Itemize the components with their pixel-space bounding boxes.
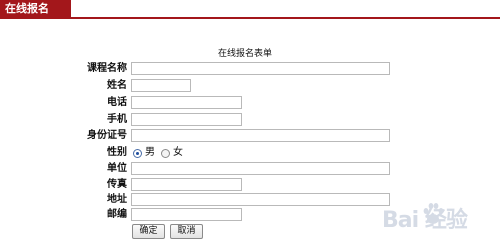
phone-input[interactable] xyxy=(131,96,242,109)
submit-button[interactable]: 确定 xyxy=(132,224,165,239)
address-label: 地址 xyxy=(107,194,127,205)
header-tab: 在线报名 xyxy=(0,0,71,17)
gender-female-radio[interactable] xyxy=(161,148,170,158)
course-label: 课程名称 xyxy=(87,63,127,74)
mobile-label: 手机 xyxy=(107,114,127,125)
fax-input[interactable] xyxy=(131,178,242,191)
gender-female-label[interactable]: 女 xyxy=(173,146,183,160)
gender-label: 性别 xyxy=(107,147,127,158)
header-divider xyxy=(0,17,500,19)
id-number-label: 身份证号 xyxy=(87,130,127,141)
company-input[interactable] xyxy=(131,162,390,175)
name-input[interactable] xyxy=(131,79,191,92)
mobile-input[interactable] xyxy=(131,113,242,126)
name-label: 姓名 xyxy=(107,80,127,91)
gender-male-label[interactable]: 男 xyxy=(145,146,155,160)
cancel-button[interactable]: 取消 xyxy=(170,224,203,239)
gender-male-radio[interactable] xyxy=(133,148,142,158)
phone-label: 电话 xyxy=(107,97,127,108)
fax-label: 传真 xyxy=(107,179,127,190)
postcode-label: 邮编 xyxy=(107,209,127,220)
header-tab-label: 在线报名 xyxy=(5,2,49,15)
id-number-input[interactable] xyxy=(131,129,390,142)
form-title: 在线报名表单 xyxy=(218,49,273,59)
address-input[interactable] xyxy=(131,193,390,206)
course-input[interactable] xyxy=(131,62,390,75)
baidu-paw-icon xyxy=(423,203,444,224)
watermark: Bai 经验 xyxy=(372,196,500,236)
postcode-input[interactable] xyxy=(131,208,242,221)
gender-radio-group: 男 女 xyxy=(133,146,189,160)
company-label: 单位 xyxy=(107,163,127,174)
